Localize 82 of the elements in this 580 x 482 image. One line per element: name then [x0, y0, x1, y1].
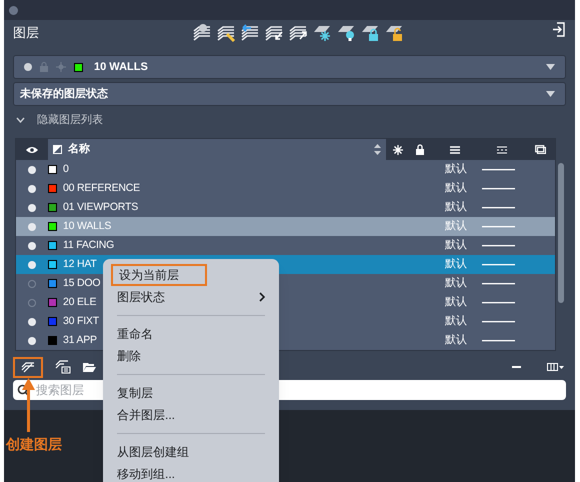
- new-layer-button[interactable]: [13, 356, 43, 378]
- linetype-line-icon: [482, 301, 515, 304]
- lineweight-value: 默认: [445, 295, 467, 310]
- layer-undo-icon[interactable]: [239, 22, 261, 42]
- caret-icon: [546, 64, 555, 70]
- layer-name: 11 FACING: [63, 238, 114, 253]
- menu-item[interactable]: 合并图层...: [111, 404, 271, 426]
- linetype-line-icon: [482, 225, 515, 228]
- current-layer-name: 10 WALLS: [94, 60, 148, 75]
- layer-state-value: 未保存的图层状态: [20, 86, 108, 102]
- layer-state-dropdown[interactable]: 未保存的图层状态: [13, 82, 566, 106]
- name-column-label: 名称: [68, 142, 90, 158]
- lineweight-value: 默认: [445, 181, 467, 196]
- layer-color-swatch[interactable]: [48, 336, 57, 345]
- hide-list-label: 隐藏图层列表: [37, 112, 103, 128]
- sun-icon: [56, 62, 66, 72]
- layer-name: 20 ELE: [63, 294, 96, 310]
- linetype-line-icon: [482, 187, 515, 190]
- current-layer-dropdown[interactable]: 10 WALLS: [13, 55, 566, 79]
- minus-icon[interactable]: [512, 366, 521, 368]
- lineweight-value: 默认: [445, 219, 467, 234]
- linetype-line-icon: [482, 263, 515, 266]
- folder-icon[interactable]: [83, 362, 96, 372]
- layer-name: 00 REFERENCE: [63, 180, 140, 196]
- plot-icon[interactable]: [534, 145, 546, 154]
- lineweight-icon[interactable]: [450, 146, 460, 154]
- layer-color-swatch[interactable]: [48, 241, 57, 250]
- menu-item[interactable]: 重命名: [111, 323, 271, 345]
- linetype-line-icon: [482, 244, 515, 247]
- linetype-icon[interactable]: [496, 146, 506, 154]
- eye-icon[interactable]: [26, 146, 38, 154]
- layer-name: 0: [63, 162, 69, 177]
- linetype-line-icon: [482, 168, 515, 171]
- exit-icon[interactable]: [552, 22, 565, 37]
- scrollbar[interactable]: [558, 163, 564, 303]
- lineweight-value: 默认: [445, 276, 467, 292]
- layer-color-swatch[interactable]: [48, 222, 57, 231]
- snowflake-icon[interactable]: [392, 144, 402, 154]
- lock-icon[interactable]: [416, 144, 424, 155]
- layer-name: 31 APP: [63, 332, 97, 348]
- window-close-button[interactable]: [9, 6, 18, 14]
- menu-item[interactable]: 删除: [111, 345, 271, 367]
- layer-color-swatch[interactable]: [48, 298, 57, 307]
- linetype-line-icon: [482, 320, 515, 323]
- lineweight-value: 默认: [445, 238, 467, 254]
- layer-name: 15 DOO: [63, 276, 100, 291]
- linetype-line-icon: [482, 339, 515, 342]
- sort-icon: [374, 144, 381, 155]
- lineweight-value: 默认: [445, 200, 467, 216]
- linetype-line-icon: [482, 206, 515, 209]
- layer-name: 30 FIXT: [63, 314, 99, 329]
- layer-color-swatch[interactable]: [48, 203, 57, 212]
- columns-icon[interactable]: [547, 363, 564, 371]
- menu-item[interactable]: 设为当前层: [111, 264, 207, 286]
- layer-color-swatch[interactable]: [48, 184, 57, 193]
- panel-title: 图层: [13, 24, 39, 42]
- name-column-header[interactable]: 名称: [48, 139, 386, 160]
- layer-name: 12 HAT: [63, 256, 97, 272]
- chevron-right-icon: [259, 292, 265, 302]
- lineweight-value: 默认: [445, 333, 467, 348]
- layer-color-swatch[interactable]: [48, 165, 57, 174]
- layer-name: 10 WALLS: [63, 218, 112, 234]
- linetype-line-icon: [482, 282, 515, 285]
- layer-color-swatch[interactable]: [48, 279, 57, 288]
- menu-item[interactable]: 从图层创建组: [111, 441, 271, 463]
- layer-color-swatch[interactable]: [48, 260, 57, 269]
- annotation-arrow: [22, 378, 35, 432]
- menu-item[interactable]: 图层状态: [111, 286, 271, 308]
- lock-icon: [40, 62, 48, 72]
- lineweight-value: 默认: [445, 314, 467, 330]
- layer-person-icon[interactable]: [191, 22, 213, 42]
- lineweight-value: 默认: [445, 257, 467, 272]
- lineweight-value: 默认: [445, 162, 467, 178]
- caret-icon: [546, 91, 555, 97]
- layer-name: 01 VIEWPORTS: [63, 200, 138, 215]
- menu-item[interactable]: 移动到组...: [111, 463, 271, 482]
- layer-color-swatch[interactable]: [48, 317, 57, 326]
- new-layer-icon: [21, 361, 35, 373]
- color-column-icon: [53, 145, 62, 154]
- hide-list-toggle[interactable]: 隐藏图层列表: [16, 111, 563, 129]
- annotation-label: 创建图层: [6, 435, 62, 454]
- new-viewport-layer-icon[interactable]: [55, 360, 71, 374]
